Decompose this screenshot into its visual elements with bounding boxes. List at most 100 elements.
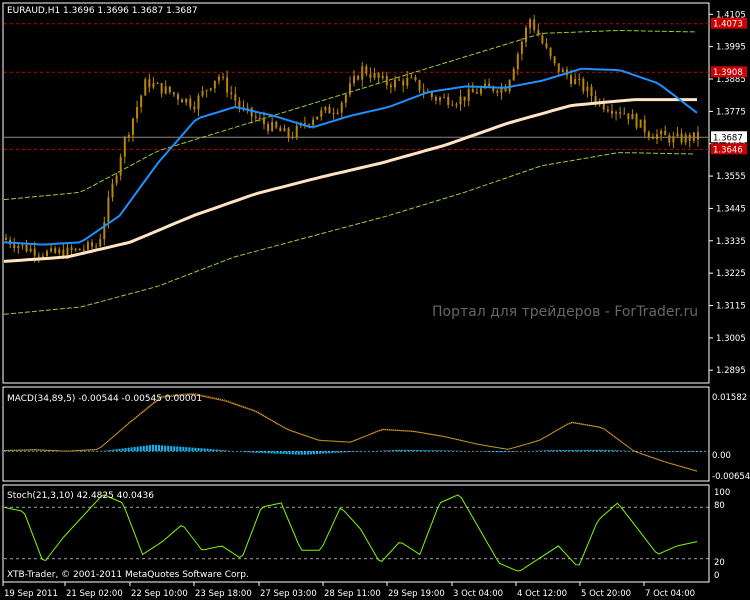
- price-badge-label: 1.4073: [713, 20, 743, 30]
- candle-body: [287, 128, 290, 137]
- candle-body: [316, 116, 319, 120]
- candle-body: [156, 83, 159, 85]
- time-label: 3 Oct 04:00: [453, 589, 503, 599]
- candle-body: [54, 248, 57, 253]
- candle-body: [336, 112, 339, 114]
- candle-body: [557, 63, 560, 72]
- macd-label-zero: 0.00: [712, 451, 731, 461]
- candle-body: [606, 109, 609, 112]
- candle-body: [393, 79, 396, 88]
- candle-body: [525, 27, 527, 42]
- candle-body: [414, 77, 417, 80]
- candle-body: [279, 127, 282, 132]
- stoch-label-80: 80: [714, 501, 725, 511]
- stoch-label-0: 0: [714, 571, 719, 581]
- candle-body: [213, 80, 216, 89]
- candle-body: [5, 237, 8, 240]
- candle-body: [328, 106, 331, 114]
- price-label: 1.3005: [716, 334, 746, 344]
- time-label: 28 Sep 11:00: [324, 589, 381, 599]
- candle-body: [254, 116, 257, 118]
- price-badge-label: 1.3687: [713, 133, 743, 143]
- candle-body: [668, 135, 671, 143]
- candle-body: [549, 47, 552, 57]
- time-label: 7 Oct 04:00: [645, 589, 695, 599]
- watermark: Портал для трейдеров - ForTrader.ru: [432, 304, 698, 320]
- candle-body: [561, 69, 564, 72]
- candle-body: [295, 125, 298, 138]
- candle-body: [656, 134, 659, 139]
- candle-body: [131, 118, 134, 135]
- candle-body: [115, 175, 118, 184]
- candle-body: [152, 83, 155, 88]
- candle-body: [283, 128, 286, 132]
- candle-body: [533, 19, 536, 30]
- candle-body: [553, 56, 556, 64]
- candle-body: [672, 136, 675, 143]
- macd-label-max: 0.01582: [712, 393, 747, 403]
- candle-body: [144, 79, 147, 96]
- candle-body: [172, 92, 175, 95]
- price-badge: 1.4073: [711, 17, 747, 30]
- candle-body: [422, 90, 425, 93]
- candle-body: [647, 132, 650, 137]
- candle-body: [590, 86, 593, 97]
- time-label: 23 Sep 18:00: [195, 589, 252, 599]
- candle-body: [664, 130, 667, 136]
- price-label: 1.2895: [716, 366, 746, 376]
- candle-body: [312, 119, 315, 125]
- candle-body: [230, 92, 233, 95]
- candle-body: [234, 94, 237, 101]
- candle-body: [594, 96, 597, 103]
- candle-body: [582, 79, 585, 92]
- candle-body: [365, 66, 368, 75]
- candle-body: [406, 77, 409, 86]
- candle-body: [348, 83, 351, 95]
- candle-body: [439, 97, 442, 101]
- chart-window[interactable]: 1.41051.39951.38851.37751.36651.35551.34…: [0, 0, 750, 600]
- candle-body: [651, 136, 654, 139]
- candle-body: [78, 248, 81, 251]
- candle-body: [193, 106, 196, 110]
- candle-body: [275, 121, 278, 128]
- candle-body: [623, 113, 626, 115]
- candle-body: [50, 248, 53, 252]
- candle-body: [512, 69, 515, 81]
- time-label: 27 Sep 03:00: [260, 589, 317, 599]
- price-badge: 1.3687: [711, 131, 747, 143]
- candle-body: [262, 117, 265, 125]
- macd-header: MACD(34,89,5) -0.00544 -0.00545 0.00001: [7, 394, 202, 404]
- candle-body: [119, 156, 122, 176]
- candle-body: [680, 133, 683, 143]
- candle-body: [308, 124, 311, 126]
- candle-body: [684, 134, 687, 143]
- candle-body: [25, 244, 28, 252]
- candle-body: [17, 245, 20, 249]
- candle-body: [635, 114, 638, 128]
- candle-body: [91, 242, 94, 247]
- candle-body: [615, 112, 618, 114]
- candle-body: [177, 94, 179, 100]
- candle-body: [688, 134, 691, 141]
- candle-body: [189, 98, 192, 107]
- candle-body: [516, 53, 519, 70]
- price-label: 1.3445: [716, 204, 746, 214]
- candle-body: [250, 107, 253, 117]
- candle-body: [586, 86, 589, 92]
- candle-body: [377, 73, 380, 78]
- candle-body: [164, 86, 167, 94]
- candle-body: [226, 77, 229, 93]
- candle-body: [185, 98, 188, 103]
- candle-body: [41, 255, 44, 257]
- candle-body: [353, 76, 356, 84]
- candle-body: [631, 114, 634, 120]
- candle-body: [639, 119, 642, 128]
- price-label: 1.3225: [716, 269, 746, 279]
- candle-body: [643, 119, 646, 133]
- candle-body: [246, 107, 249, 109]
- candle-body: [37, 255, 40, 257]
- candle-body: [70, 247, 73, 251]
- candle-body: [148, 79, 151, 88]
- candle-body: [369, 74, 372, 78]
- candle-body: [619, 112, 622, 114]
